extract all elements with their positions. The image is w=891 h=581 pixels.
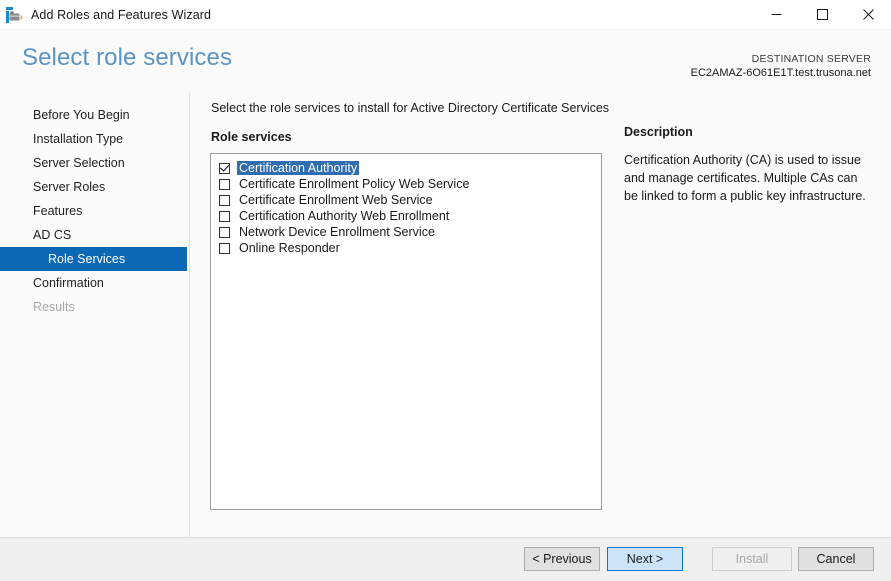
instruction-text: Select the role services to install for … — [211, 101, 610, 115]
role-service-label: Network Device Enrollment Service — [239, 225, 435, 239]
wizard-body: Before You Begin Installation Type Server … — [0, 92, 891, 539]
role-service-label: Certification Authority Web Enrollment — [239, 209, 450, 223]
sidebar-item-confirmation[interactable]: Confirmation — [0, 271, 189, 295]
install-button: Install — [712, 547, 792, 571]
role-service-row[interactable]: Certificate Enrollment Policy Web Servic… — [211, 176, 601, 192]
maximize-icon[interactable] — [799, 0, 845, 29]
checkbox-unchecked-icon[interactable] — [219, 178, 230, 190]
sidebar-item-server-roles[interactable]: Server Roles — [0, 175, 189, 199]
previous-button[interactable]: < Previous — [524, 547, 600, 571]
role-service-label: Online Responder — [239, 241, 340, 255]
sidebar-item-server-selection[interactable]: Server Selection — [0, 151, 189, 175]
role-service-label: Certificate Enrollment Policy Web Servic… — [239, 177, 470, 191]
close-icon[interactable] — [845, 0, 891, 29]
main-pane: Select the role services to install for … — [190, 92, 891, 539]
destination-server-label: DESTINATION SERVER — [751, 53, 871, 65]
checkbox-unchecked-icon[interactable] — [219, 194, 230, 206]
role-service-row[interactable]: Certification Authority Web Enrollment — [211, 208, 601, 224]
window-title: Add Roles and Features Wizard — [31, 7, 212, 22]
role-service-row[interactable]: Certification Authority — [211, 160, 601, 176]
destination-server-block: DESTINATION SERVER EC2AMAZ-6O61E1T.test.… — [691, 52, 871, 80]
sidebar-item-role-services[interactable]: Role Services — [0, 247, 187, 271]
description-text: Certification Authority (CA) is used to … — [624, 153, 866, 203]
minimize-icon[interactable] — [753, 0, 799, 29]
role-service-label: Certificate Enrollment Web Service — [239, 193, 433, 207]
sidebar-item-features[interactable]: Features — [0, 199, 189, 223]
description-pane: Description Certification Authority (CA)… — [624, 125, 869, 205]
wizard-nav-sidebar: Before You Begin Installation Type Server … — [0, 92, 190, 539]
title-bar: Add Roles and Features Wizard — [0, 0, 891, 30]
page-header: Select role services DESTINATION SERVER … — [0, 30, 891, 92]
destination-server-name: EC2AMAZ-6O61E1T.test.trusona.net — [690, 67, 871, 79]
page-title: Select role services — [22, 44, 233, 71]
sidebar-item-ad-cs[interactable]: AD CS — [0, 223, 189, 247]
next-button[interactable]: Next > — [607, 547, 683, 571]
wizard-toolbox-icon — [6, 6, 24, 24]
role-service-row[interactable]: Certificate Enrollment Web Service — [211, 192, 601, 208]
sidebar-item-installation-type[interactable]: Installation Type — [0, 127, 189, 151]
checkbox-checked-icon[interactable] — [219, 162, 230, 174]
window-controls — [753, 0, 891, 29]
role-services-label: Role services — [211, 130, 292, 144]
role-service-row[interactable]: Network Device Enrollment Service — [211, 224, 601, 240]
wizard-footer: < Previous Next > Install Cancel — [0, 537, 891, 581]
checkbox-unchecked-icon[interactable] — [219, 210, 230, 222]
description-title: Description — [624, 125, 693, 139]
sidebar-item-before-you-begin[interactable]: Before You Begin — [0, 103, 189, 127]
role-service-row[interactable]: Online Responder — [211, 240, 601, 256]
sidebar-item-results: Results — [33, 300, 75, 314]
role-services-listbox[interactable]: Certification Authority Certificate Enrol… — [210, 153, 602, 510]
cancel-button[interactable]: Cancel — [798, 547, 874, 571]
role-service-label: Certification Authority — [237, 161, 360, 175]
checkbox-unchecked-icon[interactable] — [219, 226, 230, 238]
checkbox-unchecked-icon[interactable] — [219, 242, 230, 254]
